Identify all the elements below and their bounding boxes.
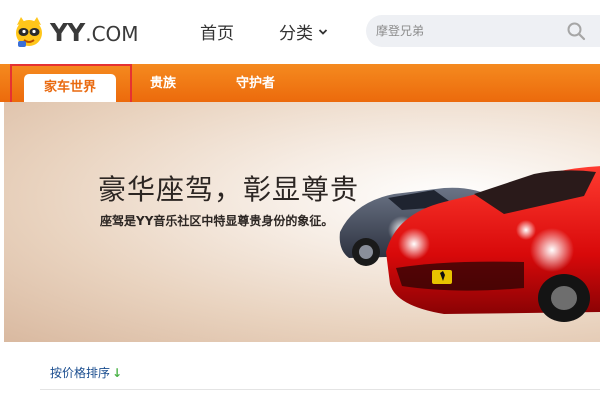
top-navigation-bar: YY .COM 首页 分类 bbox=[0, 0, 600, 64]
yy-logo[interactable]: YY .COM bbox=[12, 12, 139, 52]
chevron-down-icon bbox=[318, 28, 328, 35]
search-icon[interactable] bbox=[566, 21, 586, 41]
yy-mascot-icon bbox=[16, 17, 42, 47]
category-tab-bar: 家车世界 贵族 守护者 bbox=[0, 64, 600, 102]
divider bbox=[40, 389, 600, 390]
tab-car-world[interactable]: 家车世界 bbox=[24, 74, 116, 102]
sort-bar: 按价格排序 ↓ bbox=[4, 342, 600, 400]
tab-guardian[interactable]: 守护者 bbox=[236, 64, 275, 102]
sort-by-price-link[interactable]: 按价格排序 ↓ bbox=[50, 364, 122, 381]
logo-wordmark: YY bbox=[50, 17, 85, 47]
search-box bbox=[366, 15, 600, 47]
nav-category-menu[interactable]: 分类 bbox=[279, 19, 328, 44]
banner-subtitle: 座驾是YY音乐社区中特显尊贵身份的象征。 bbox=[100, 214, 334, 228]
nav-category-label: 分类 bbox=[279, 24, 313, 44]
tab-nobility[interactable]: 贵族 bbox=[150, 64, 176, 102]
search-input[interactable] bbox=[376, 21, 556, 41]
sort-by-price-label: 按价格排序 bbox=[50, 366, 111, 380]
logo-domain-suffix: .COM bbox=[85, 21, 139, 46]
banner-title: 豪华座驾，彰显尊贵 bbox=[98, 173, 360, 206]
arrow-down-icon: ↓ bbox=[112, 365, 123, 380]
promo-banner: 豪华座驾，彰显尊贵 座驾是YY音乐社区中特显尊贵身份的象征。 bbox=[4, 102, 600, 342]
nav-home-link[interactable]: 首页 bbox=[200, 19, 234, 44]
